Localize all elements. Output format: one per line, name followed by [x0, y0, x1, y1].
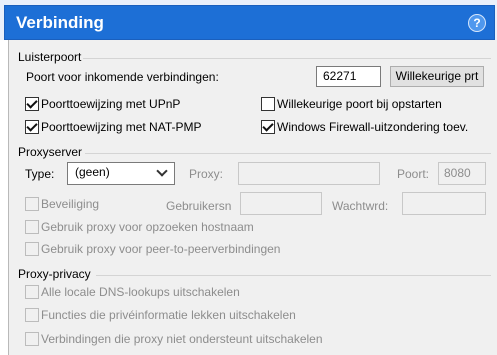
firewall-exception-checkbox[interactable] — [261, 120, 275, 134]
incoming-port-label: Poort voor inkomende verbindingen: — [26, 70, 219, 84]
random-port-startup-label: Willekeurige poort bij opstarten — [277, 97, 442, 111]
section-divider — [83, 58, 491, 59]
section-divider — [85, 153, 491, 154]
proxy-p2p-label: Gebruik proxy voor peer-to-peerverbindin… — [41, 242, 281, 256]
disable-unsupported-connections-option[interactable]: Verbindingen die proxy niet ondersteunt … — [25, 332, 385, 348]
proxy-hostname-option[interactable]: Gebruik proxy voor opzoeken hostnaam — [25, 220, 325, 236]
section-divider — [96, 275, 491, 276]
proxy-auth-option[interactable]: Beveiliging — [25, 197, 125, 213]
disable-dns-lookups-option[interactable]: Alle locale DNS-lookups uitschakelen — [25, 285, 325, 301]
page-title: Verbinding — [16, 13, 104, 32]
upnp-option[interactable]: Poorttoewijzing met UPnP — [25, 97, 235, 113]
section-title-proxy-privacy: Proxy-privacy — [18, 267, 91, 281]
disable-unsupported-connections-checkbox[interactable] — [25, 332, 39, 346]
random-port-startup-option[interactable]: Willekeurige poort bij opstarten — [261, 97, 491, 113]
nat-pmp-option[interactable]: Poorttoewijzing met NAT-PMP — [25, 120, 245, 136]
proxy-auth-label: Beveiliging — [41, 197, 100, 211]
proxy-p2p-checkbox[interactable] — [25, 242, 39, 256]
proxy-host-input[interactable] — [238, 162, 380, 185]
proxy-p2p-option[interactable]: Gebruik proxy voor peer-to-peerverbindin… — [25, 242, 335, 258]
proxy-type-select[interactable]: (geen) — [67, 162, 175, 185]
disable-dns-lookups-checkbox[interactable] — [25, 285, 39, 299]
proxy-port-label: Poort: — [397, 167, 430, 181]
disable-private-info-label: Functies die privéinformatie lekken uits… — [41, 308, 296, 322]
chevron-down-icon — [156, 165, 168, 177]
random-port-button[interactable]: Willekeurige prt — [390, 66, 484, 87]
proxy-username-label: Gebruikersn — [166, 199, 232, 213]
upnp-checkbox[interactable] — [25, 97, 39, 111]
proxy-password-input[interactable] — [402, 192, 486, 215]
proxy-username-input[interactable] — [240, 192, 322, 215]
random-port-startup-checkbox[interactable] — [261, 97, 275, 111]
firewall-exception-label: Windows Firewall-uitzondering toev. — [277, 120, 469, 134]
proxy-type-value: (geen) — [75, 165, 110, 179]
disable-unsupported-connections-label: Verbindingen die proxy niet ondersteunt … — [41, 332, 323, 346]
section-title-listen-port: Luisterpoort — [18, 50, 82, 64]
help-icon[interactable]: ? — [468, 14, 486, 32]
disable-private-info-option[interactable]: Functies die privéinformatie lekken uits… — [25, 308, 345, 324]
proxy-auth-checkbox[interactable] — [25, 197, 39, 211]
title-bar: Verbinding ? — [4, 5, 495, 40]
proxy-port-input[interactable]: 8080 — [438, 162, 486, 185]
proxy-password-label: Wachtwrd: — [332, 199, 389, 213]
proxy-host-label: Proxy: — [189, 167, 224, 181]
header: Verbinding ? — [0, 0, 497, 40]
settings-panel: Luisterpoort Poort voor inkomende verbin… — [8, 40, 497, 355]
nat-pmp-checkbox[interactable] — [25, 120, 39, 134]
proxy-hostname-checkbox[interactable] — [25, 220, 39, 234]
disable-dns-lookups-label: Alle locale DNS-lookups uitschakelen — [41, 285, 240, 299]
section-title-proxy-server: Proxyserver — [18, 145, 83, 159]
firewall-exception-option[interactable]: Windows Firewall-uitzondering toev. — [261, 120, 496, 136]
disable-private-info-checkbox[interactable] — [25, 308, 39, 322]
proxy-type-label: Type: — [25, 167, 55, 181]
proxy-hostname-label: Gebruik proxy voor opzoeken hostnaam — [41, 220, 254, 234]
nat-pmp-label: Poorttoewijzing met NAT-PMP — [41, 120, 202, 134]
upnp-label: Poorttoewijzing met UPnP — [41, 97, 181, 111]
incoming-port-input[interactable]: 62271 — [316, 66, 381, 87]
